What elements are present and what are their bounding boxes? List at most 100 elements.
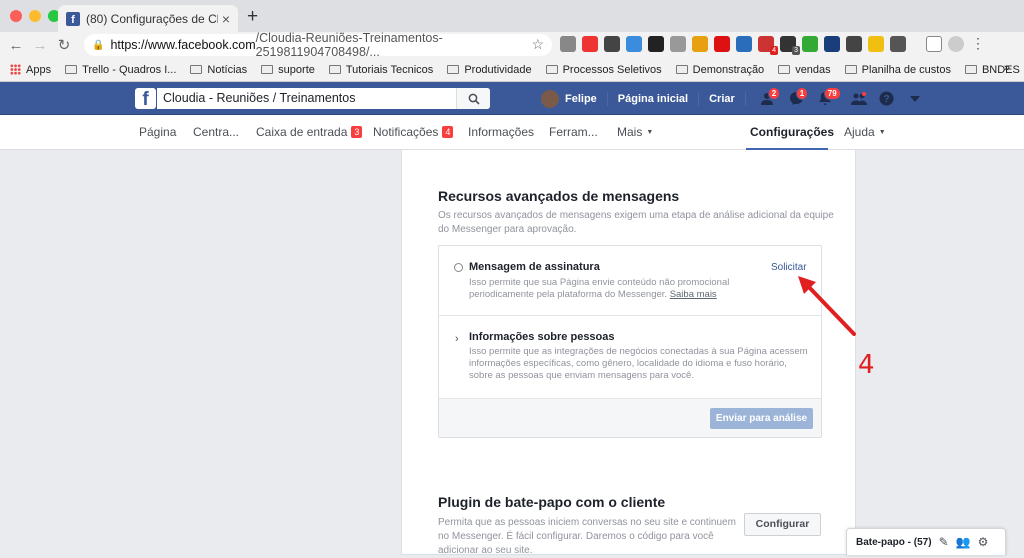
tab-tools[interactable]: Ferram... [549,125,598,139]
avatar[interactable] [541,89,559,108]
divider [606,91,608,106]
reload-icon[interactable]: ↻ [52,36,76,54]
tab-more[interactable]: Mais ▼ [617,125,653,139]
lock-icon: 🔒 [92,39,105,51]
folder-icon [190,65,203,74]
folder-icon [675,65,688,74]
tab-help[interactable]: Ajuda ▼ [844,125,886,139]
divider [744,91,746,106]
configure-button[interactable]: Configurar [744,513,821,536]
tab-inbox[interactable]: Caixa de entrada 3 [256,125,363,139]
bookmark-folder[interactable]: Demonstração [675,64,764,76]
window-controls [10,10,60,22]
contacts-icon[interactable]: 👥 [956,535,971,549]
folder-icon [964,65,977,74]
notifications-button[interactable]: 79 [812,86,841,109]
back-arrow-icon[interactable]: ← [4,37,28,54]
community-button[interactable] [846,89,872,109]
notifications-badge: 4 [442,126,454,138]
tab-settings[interactable]: Configurações [750,125,834,139]
url-domain: https://www.facebook.com [110,38,256,52]
subscription-title: Mensagem de assinatura [469,261,600,273]
search-input[interactable]: Cloudia - Reuniões / Treinamentos [157,88,490,109]
more-bookmarks-icon[interactable]: » [1004,62,1010,74]
tab-title: (80) Configurações de Cloudia [86,11,218,26]
people-info-title[interactable]: Informações sobre pessoas [469,331,615,343]
chevron-right-icon[interactable]: › [455,333,459,345]
extension-icon[interactable]: 4 [758,36,778,55]
divider [698,91,700,106]
facebook-logo-icon[interactable]: f [135,88,156,110]
extension-icon[interactable] [736,36,752,52]
bookmark-folder[interactable]: vendas [778,64,831,76]
svg-text:?: ? [884,94,890,105]
create-link[interactable]: Criar [709,93,735,105]
bookmark-folder[interactable]: Tutoriais Tecnicos [328,64,433,76]
extension-icon[interactable] [802,36,818,52]
bookmark-folder[interactable]: Trello - Quadros I... [65,64,176,76]
extension-icon[interactable] [582,36,598,52]
extension-icon[interactable] [846,36,862,52]
tab-notifications[interactable]: Notificações 4 [373,125,454,139]
account-menu-button[interactable] [902,89,928,109]
browser-tab[interactable]: f (80) Configurações de Cloudia × [58,5,238,32]
facebook-top-bar: f Cloudia - Reuniões / Treinamentos Feli… [0,82,1024,115]
folder-icon [545,65,558,74]
new-tab-button[interactable]: + [247,6,258,28]
extension-icon[interactable] [560,36,576,52]
profile-avatar-icon[interactable] [948,36,964,52]
extension-icon[interactable] [626,36,642,52]
extension-icon[interactable] [648,36,664,52]
bookmark-folder[interactable]: BNDES [964,64,1020,76]
plugin-title: Plugin de bate-papo com o cliente [438,494,666,510]
caret-down-icon [909,95,920,102]
question-icon: ? [879,91,894,106]
menu-kebab-icon[interactable]: ⋮ [970,36,986,52]
extension-icon[interactable] [714,36,730,52]
help-button[interactable]: ? [874,89,900,109]
tab-info[interactable]: Informações [468,125,534,139]
tab-pagina[interactable]: Página [139,125,176,139]
address-bar[interactable]: 🔒 https://www.facebook.com/Cloudia-Reuni… [84,31,552,59]
extension-icon[interactable]: 3 [780,36,800,55]
folder-icon [447,65,460,74]
extension-icon[interactable] [868,36,884,52]
compose-icon[interactable]: ✎ [939,535,949,549]
friend-requests-button[interactable]: 2 [756,86,782,109]
search-button[interactable] [456,88,490,109]
messages-button[interactable]: 1 [784,86,810,109]
minimize-window-button[interactable] [29,10,41,22]
bookmark-folder[interactable]: Notícias [190,64,247,76]
bookmark-folder[interactable]: Planilha de custos [844,64,951,76]
folder-icon [261,65,274,74]
chat-bar[interactable]: Bate-papo - (57) ✎ 👥 ⚙ [846,528,1006,555]
close-tab-icon[interactable]: × [222,11,230,27]
bookmark-folder[interactable]: Produtividade [447,64,532,76]
submit-for-review-button[interactable]: Enviar para análise [710,408,813,429]
bookmark-apps[interactable]: Apps [10,64,51,76]
extension-icon[interactable] [670,36,686,52]
browser-tabstrip: f (80) Configurações de Cloudia × + [0,0,1024,32]
profile-link[interactable]: Felipe [565,93,597,105]
cast-icon[interactable] [926,36,942,52]
bookmark-star-icon[interactable]: ☆ [531,36,544,53]
annotation-arrow [798,276,856,336]
extension-icon[interactable] [604,36,620,52]
extension-icon[interactable] [824,36,840,52]
messaging-features-box: Mensagem de assinatura Isso permite que … [438,245,822,438]
close-window-button[interactable] [10,10,22,22]
home-link[interactable]: Página inicial [618,93,688,105]
gear-icon[interactable]: ⚙ [978,535,989,549]
annotation-step-number: 4 [858,350,875,380]
subscription-radio[interactable] [454,263,463,272]
bookmark-folder[interactable]: Processos Seletivos [545,64,662,76]
bookmarks-bar: Apps Trello - Quadros I... Notícias supo… [0,58,1024,82]
tab-central[interactable]: Centra... [193,125,239,139]
extension-icon[interactable] [692,36,708,52]
bookmark-folder[interactable]: suporte [261,64,315,76]
extensions-bar: 4 3 ⋮ [560,36,986,55]
learn-more-link[interactable]: Saiba mais [670,289,717,300]
forward-arrow-icon[interactable]: → [28,37,52,54]
extension-icon[interactable] [890,36,906,52]
folder-icon [65,65,78,74]
